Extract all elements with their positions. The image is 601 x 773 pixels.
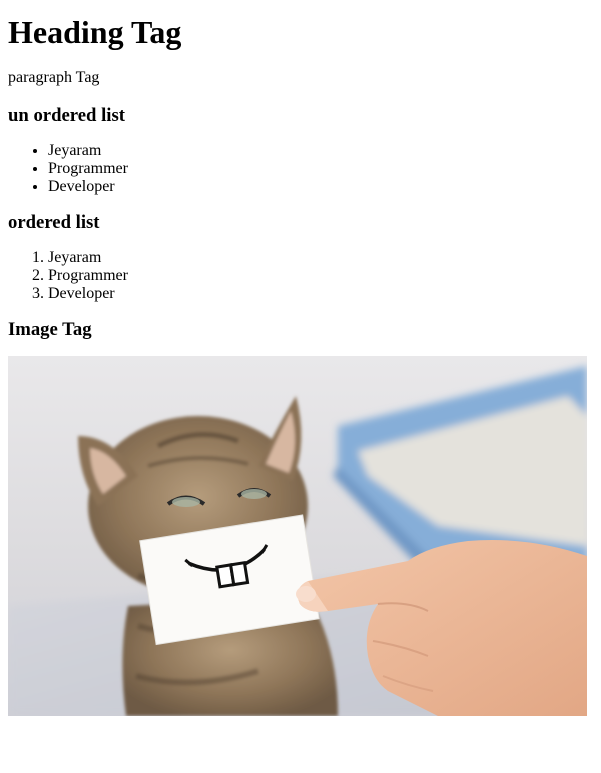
list-item: Developer xyxy=(48,178,593,196)
unordered-list: Jeyaram Programmer Developer xyxy=(8,142,593,196)
unordered-list-title: un ordered list xyxy=(8,105,125,126)
kitten-photo xyxy=(8,356,587,716)
list-item: Jeyaram xyxy=(48,249,593,267)
page: Heading Tag paragraph Tag un ordered lis… xyxy=(0,14,601,716)
list-item: Programmer xyxy=(48,160,593,178)
list-item: Programmer xyxy=(48,267,593,285)
page-heading: Heading Tag xyxy=(8,14,182,50)
image-section-title: Image Tag xyxy=(8,319,92,340)
list-item: Developer xyxy=(48,285,593,303)
list-item: Jeyaram xyxy=(48,142,593,160)
ordered-list-title: ordered list xyxy=(8,212,100,233)
ordered-list: Jeyaram Programmer Developer xyxy=(8,249,593,303)
paragraph-text: paragraph Tag xyxy=(8,69,100,86)
